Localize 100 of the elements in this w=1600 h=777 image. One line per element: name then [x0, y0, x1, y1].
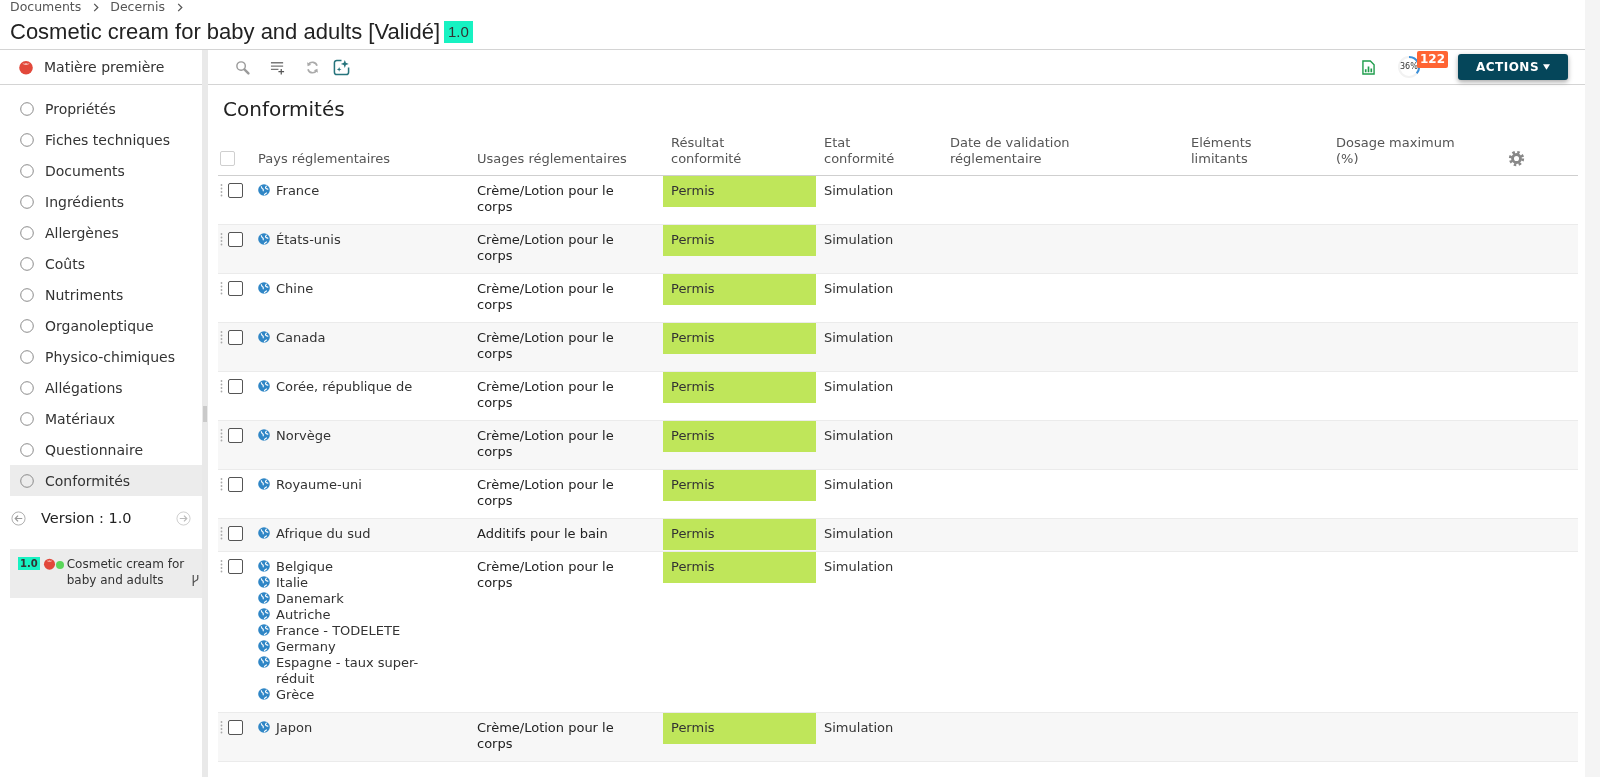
select-all-checkbox[interactable]	[220, 151, 235, 166]
globe-icon	[258, 656, 270, 668]
sidebar-item[interactable]: Documents	[10, 155, 202, 186]
breadcrumb-link[interactable]: Documents	[10, 0, 82, 14]
drag-handle-icon[interactable]	[220, 183, 223, 197]
circle-icon	[20, 349, 34, 364]
globe-icon	[258, 640, 270, 652]
globe-icon	[258, 282, 270, 294]
row-checkbox[interactable]	[228, 232, 243, 247]
result-badge: Permis	[663, 225, 816, 256]
circle-icon	[20, 287, 34, 302]
arrow-right-icon[interactable]	[176, 510, 191, 526]
country-name: Canada	[276, 330, 326, 346]
column-header: Dosage maximum (%)	[1336, 135, 1456, 167]
sidebar-item[interactable]: Allégations	[10, 372, 202, 403]
row-checkbox[interactable]	[228, 477, 243, 492]
sidebar-item[interactable]: Questionnaire	[10, 434, 202, 465]
country-name: Belgique	[276, 559, 333, 575]
result-badge: Permis	[663, 713, 816, 744]
country-name: France	[276, 183, 320, 199]
column-header: Etat conformité	[823, 135, 896, 167]
sidebar-item[interactable]: Allergènes	[10, 217, 202, 248]
sidebar-item[interactable]: Organoleptique	[10, 310, 202, 341]
globe-icon	[258, 233, 270, 245]
country-name: Chine	[276, 281, 314, 297]
country-name: Japon	[276, 720, 313, 736]
drag-handle-icon[interactable]	[220, 720, 223, 734]
search-icon[interactable]	[235, 59, 250, 75]
usage-cell-text: Additifs pour le bain	[477, 525, 608, 543]
version-item[interactable]: 1.0 Cosmetic cream for baby and adults	[10, 549, 202, 598]
list-add-icon[interactable]	[270, 59, 285, 75]
country-name: Espagne - taux super-réduit	[276, 655, 420, 687]
row-checkbox[interactable]	[228, 330, 243, 345]
drag-handle-icon[interactable]	[220, 477, 223, 491]
status-cell-text: Simulation	[823, 476, 894, 494]
settings-icon[interactable]	[1507, 150, 1525, 167]
drag-handle-icon[interactable]	[220, 559, 223, 573]
count-badge: 122	[1417, 51, 1449, 68]
result-badge: Permis	[663, 372, 816, 403]
sidebar-item[interactable]: Fiches techniques	[10, 124, 202, 155]
circle-icon	[20, 163, 34, 178]
resize-handle-icon[interactable]	[203, 405, 207, 422]
row-checkbox[interactable]	[228, 183, 243, 198]
sidebar-item[interactable]: Matériaux	[10, 403, 202, 434]
actions-button[interactable]: ACTIONS	[1458, 54, 1568, 80]
sidebar-item[interactable]: Coûts	[10, 248, 202, 279]
usage-cell-text: Crème/Lotion pour le corps	[477, 476, 615, 510]
usage-cell-text: Crème/Lotion pour le corps	[477, 280, 615, 314]
status-cell-text: Simulation	[823, 182, 894, 200]
drag-handle-icon[interactable]	[220, 428, 223, 442]
globe-icon	[258, 478, 270, 490]
globe-icon	[258, 429, 270, 441]
column-header: Date de validation réglementaire	[950, 135, 1071, 167]
row-checkbox[interactable]	[228, 428, 243, 443]
result-badge: Permis	[663, 323, 816, 354]
country-name: Autriche	[276, 607, 331, 623]
section-title: Conformités	[223, 97, 346, 121]
sidebar-item[interactable]: Physico-chimiques	[10, 341, 202, 372]
globe-icon	[258, 721, 270, 733]
result-badge: Permis	[663, 421, 816, 452]
globe-icon	[258, 576, 270, 588]
refresh-icon[interactable]	[305, 59, 320, 75]
status-cell-text: Simulation	[823, 378, 894, 396]
usage-cell-text: Crème/Lotion pour le corps	[477, 231, 615, 265]
breadcrumb-link[interactable]: Decernis	[110, 0, 165, 14]
globe-icon	[258, 688, 270, 700]
usage-cell-text: Crème/Lotion pour le corps	[477, 719, 615, 753]
progress-label: 36%	[1400, 62, 1418, 72]
arrow-left-icon[interactable]	[11, 510, 26, 526]
row-checkbox[interactable]	[228, 720, 243, 735]
row-checkbox[interactable]	[228, 379, 243, 394]
result-badge: Permis	[663, 176, 816, 207]
version-name: Cosmetic cream for baby and adults	[66, 556, 186, 588]
globe-icon	[258, 184, 270, 196]
sparkle-icon[interactable]	[333, 58, 350, 76]
sidebar-item[interactable]: Ingrédients	[10, 186, 202, 217]
drag-handle-icon[interactable]	[220, 379, 223, 393]
country-name: France - TODELETE	[276, 623, 401, 639]
globe-icon	[258, 608, 270, 620]
row-checkbox[interactable]	[228, 281, 243, 296]
sidebar-item[interactable]: Conformités	[10, 465, 202, 496]
drag-handle-icon[interactable]	[220, 330, 223, 344]
spreadsheet-icon[interactable]	[1362, 59, 1375, 75]
chevron-icon	[177, 2, 183, 12]
circle-icon	[20, 473, 34, 488]
circle-icon	[20, 132, 34, 147]
version-label: Version : 1.0	[41, 510, 132, 526]
drag-handle-icon[interactable]	[220, 281, 223, 295]
result-badge: Permis	[663, 274, 816, 305]
drag-handle-icon[interactable]	[220, 232, 223, 246]
row-checkbox[interactable]	[228, 559, 243, 574]
country-name: Afrique du sud	[276, 526, 371, 542]
globe-icon	[258, 560, 270, 572]
sidebar-item[interactable]: Nutriments	[10, 279, 202, 310]
globe-icon	[258, 592, 270, 604]
drag-handle-icon[interactable]	[220, 526, 223, 540]
version-badge: 1.0	[18, 557, 40, 570]
sidebar-item[interactable]: Propriétés	[10, 93, 202, 124]
row-checkbox[interactable]	[228, 526, 243, 541]
status-cell-text: Simulation	[823, 280, 894, 298]
